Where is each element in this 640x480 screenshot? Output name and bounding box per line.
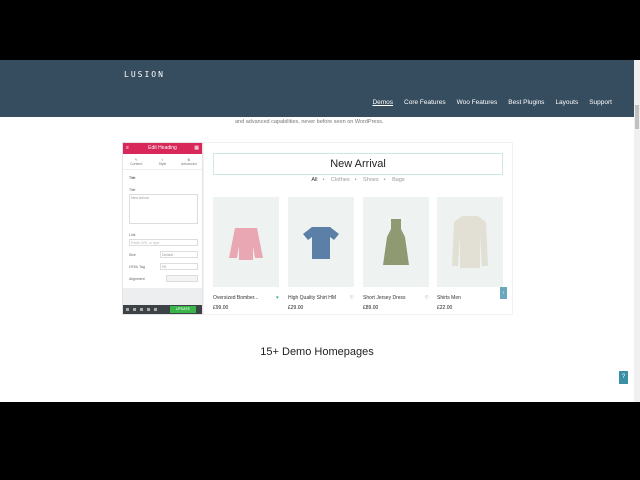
panel-footer: UPDATE — [123, 305, 202, 314]
product-name[interactable]: Oversized Bomber... — [213, 295, 258, 301]
new-arrival-heading: New Arrival — [213, 153, 503, 175]
page-content: and advanced capabilities, never before … — [0, 117, 634, 402]
logo[interactable]: LUSION — [124, 70, 165, 79]
tab-content[interactable]: ✎ Content — [123, 154, 150, 169]
product-card[interactable]: Oversized Bomber... ♥ £99.00 — [213, 197, 279, 311]
heart-icon[interactable]: ♡ — [425, 295, 429, 301]
nav-woo-features[interactable]: Woo Features — [457, 99, 498, 106]
panel-header: ≡ Edit Heading ▦ — [123, 143, 202, 154]
section-title[interactable]: Title — [129, 176, 135, 180]
grid-icon[interactable]: ▦ — [194, 143, 199, 154]
html-tag-label: HTML Tag — [129, 265, 145, 269]
title-label: Title — [129, 188, 136, 192]
product-price: £89.00 — [363, 305, 379, 311]
product-name[interactable]: Shirts Men — [437, 295, 461, 301]
help-button[interactable]: ? — [619, 371, 628, 384]
scrollbar-thumb[interactable] — [635, 105, 639, 129]
site-header: LUSION Demos Core Features Woo Features … — [0, 60, 634, 117]
filter-tabs: All • Clothes • Shoes • Bags — [311, 177, 405, 183]
responsive-icon[interactable] — [147, 308, 150, 311]
nav-support[interactable]: Support — [589, 99, 612, 106]
size-label: Size — [129, 253, 136, 257]
product-image[interactable] — [288, 197, 354, 287]
panel-tabs: ✎ Content ◐ Style ⚙ Advanced — [123, 154, 202, 170]
intro-text: and advanced capabilities, never before … — [235, 119, 384, 125]
link-input[interactable]: Paste URL or type — [129, 239, 198, 246]
product-image[interactable] — [213, 197, 279, 287]
product-image[interactable] — [437, 197, 503, 287]
filter-clothes[interactable]: Clothes — [331, 177, 350, 183]
navigator-icon[interactable] — [133, 308, 136, 311]
product-image[interactable] — [363, 197, 429, 287]
product-name[interactable]: High Quality Shirt HM — [288, 295, 336, 301]
product-price: £22.00 — [437, 305, 453, 311]
side-toggle-button[interactable]: ‹ — [500, 287, 507, 299]
filter-bags[interactable]: Bags — [392, 177, 405, 183]
alignment-label: Alignment — [129, 277, 145, 281]
product-card[interactable]: Shirts Men £22.00 — [437, 197, 503, 311]
preview-icon[interactable] — [154, 308, 157, 311]
product-price: £29.00 — [288, 305, 304, 311]
alignment-buttons[interactable] — [166, 275, 198, 282]
link-label: Link — [129, 233, 136, 237]
size-select[interactable]: Default — [160, 251, 198, 258]
update-button[interactable]: UPDATE — [170, 306, 196, 313]
product-name[interactable]: Short Jersey Dress — [363, 295, 406, 301]
title-textarea[interactable]: New Arrival — [129, 194, 198, 224]
history-icon[interactable] — [140, 308, 143, 311]
product-card[interactable]: High Quality Shirt HM ♡ £29.00 — [288, 197, 354, 311]
heart-icon[interactable]: ♥ — [276, 295, 279, 301]
tab-advanced[interactable]: ⚙ Advanced — [176, 154, 202, 169]
nav-best-plugins[interactable]: Best Plugins — [508, 99, 544, 106]
panel-title: Edit Heading — [148, 145, 177, 151]
tab-style[interactable]: ◐ Style — [149, 154, 175, 169]
filter-shoes[interactable]: Shoes — [363, 177, 379, 183]
main-nav: Demos Core Features Woo Features Best Pl… — [372, 99, 612, 106]
heart-icon[interactable]: ♡ — [350, 295, 354, 301]
nav-layouts[interactable]: Layouts — [555, 99, 578, 106]
menu-icon[interactable]: ≡ — [126, 143, 129, 154]
section-title: 15+ Demo Homepages — [260, 346, 374, 358]
nav-demos[interactable]: Demos — [372, 99, 393, 106]
nav-core-features[interactable]: Core Features — [404, 99, 446, 106]
html-tag-select[interactable]: H2 — [160, 263, 198, 270]
settings-icon[interactable] — [126, 308, 129, 311]
product-card[interactable]: Short Jersey Dress ♡ £89.00 — [363, 197, 429, 311]
product-price: £99.00 — [213, 305, 229, 311]
filter-all[interactable]: All — [311, 177, 317, 183]
elementor-panel: ≡ Edit Heading ▦ ✎ Content ◐ Style ⚙ Advanc… — [122, 142, 203, 315]
